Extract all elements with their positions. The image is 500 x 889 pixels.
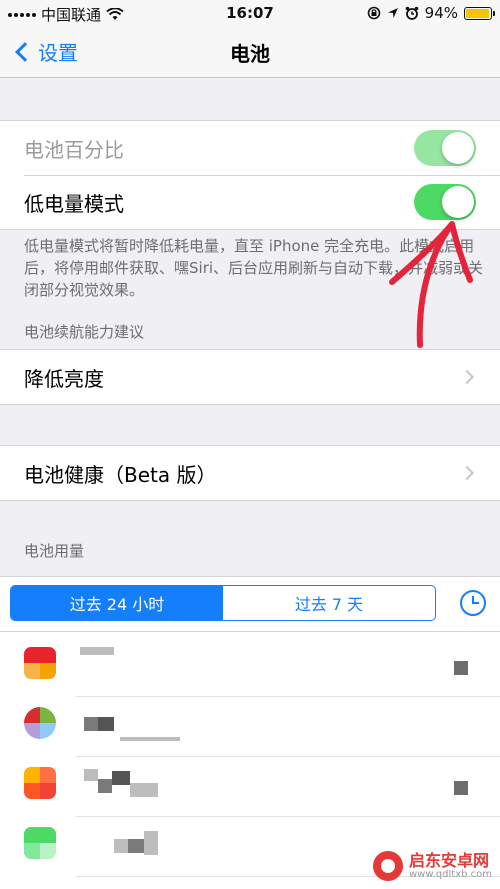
rotation-lock-icon — [367, 6, 380, 20]
navigation-bar: 设置 电池 — [0, 26, 500, 78]
reduce-brightness-row[interactable]: 降低亮度 — [0, 350, 500, 404]
low-power-mode-label: 低电量模式 — [24, 191, 124, 216]
chevron-right-icon — [459, 465, 475, 481]
battery-options-group: 电池百分比 低电量模式 — [0, 120, 500, 230]
watermark-name: 启东安卓网 — [409, 850, 490, 870]
battery-usage-header: 电池用量 — [24, 542, 85, 560]
battery-health-row[interactable]: 电池健康（Beta 版） — [0, 446, 500, 500]
list-item[interactable] — [0, 757, 500, 817]
app-icon — [24, 827, 56, 859]
battery-percentage-row: 电池百分比 — [0, 121, 500, 175]
location-icon — [387, 8, 398, 18]
low-power-mode-toggle[interactable] — [414, 184, 476, 220]
usage-percent — [454, 661, 468, 675]
app-icon — [24, 707, 56, 739]
alarm-icon — [405, 6, 418, 20]
suggestions-group: 降低亮度 — [0, 349, 500, 405]
battery-percentage-toggle[interactable] — [414, 130, 476, 166]
usage-period-segmented-control[interactable]: 过去 24 小时 过去 7 天 — [10, 585, 436, 621]
battery-health-label: 电池健康（Beta 版） — [24, 462, 217, 487]
clock-icon[interactable] — [460, 590, 486, 616]
battery-icon — [464, 6, 495, 20]
page-title: 电池 — [230, 42, 270, 66]
app-icon — [24, 647, 56, 679]
battery-percentage-label: 电池百分比 — [24, 137, 124, 162]
chevron-right-icon — [459, 369, 475, 385]
low-power-mode-footer: 低电量模式将暂时降低耗电量，直至 iPhone 完全充电。此模式启用后，将停用邮… — [24, 237, 484, 299]
watermark-url: www.qdltxb.com — [409, 868, 492, 880]
segment-7d[interactable]: 过去 7 天 — [223, 586, 435, 620]
status-bar: 中国联通 16:07 94% — [0, 0, 500, 26]
reduce-brightness-label: 降低亮度 — [24, 366, 104, 391]
battery-usage-section: 过去 24 小时 过去 7 天 — [0, 576, 500, 889]
usage-percent — [454, 781, 468, 795]
list-item[interactable] — [0, 697, 500, 757]
battery-percent: 94% — [424, 4, 458, 22]
app-icon — [24, 767, 56, 799]
low-power-mode-row: 低电量模式 — [0, 175, 500, 229]
watermark: 启东安卓网 www.qdltxb.com — [373, 851, 492, 881]
segment-24h[interactable]: 过去 24 小时 — [11, 586, 223, 620]
watermark-logo — [373, 851, 403, 881]
battery-health-group: 电池健康（Beta 版） — [0, 445, 500, 501]
list-item[interactable] — [0, 637, 500, 697]
suggestions-header: 电池续航能力建议 — [24, 323, 145, 341]
